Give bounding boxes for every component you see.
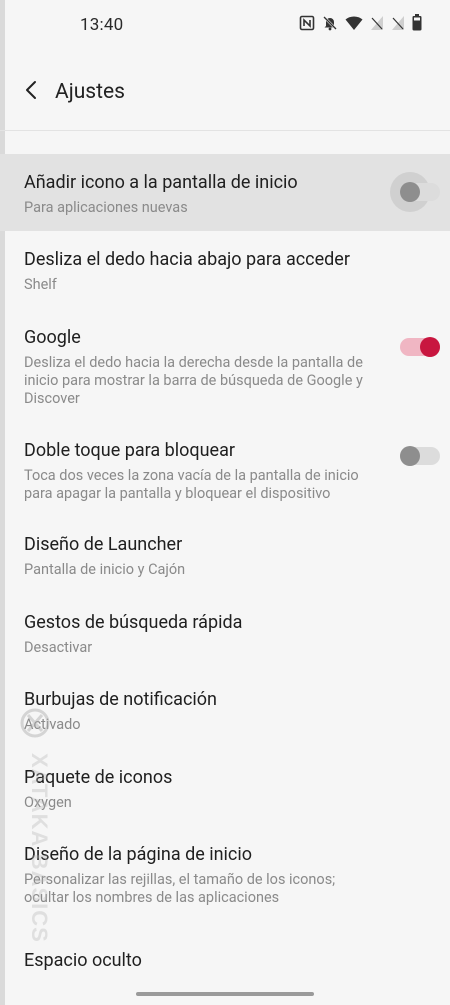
back-button[interactable]: [16, 74, 48, 106]
setting-title: Diseño de Launcher: [24, 534, 183, 555]
setting-subtitle: Pantalla de inicio y Cajón: [24, 561, 186, 578]
status-bar: 13:40: [0, 0, 450, 52]
setting-double-tap-lock[interactable]: Doble toque para bloquear Toca dos veces…: [0, 422, 450, 516]
bell-off-icon: [322, 15, 338, 31]
settings-list: Añadir icono a la pantalla de inicio Par…: [0, 154, 450, 992]
add-icon-toggle[interactable]: [390, 172, 440, 212]
chevron-left-icon: [26, 81, 36, 99]
status-time: 13:40: [80, 15, 124, 35]
setting-title: Espacio oculto: [24, 950, 142, 971]
setting-title: Añadir icono a la pantalla de inicio: [24, 172, 298, 193]
watermark-text: XATAKA BASICS: [27, 753, 52, 943]
setting-home-layout[interactable]: Diseño de la página de inicio Personaliz…: [0, 826, 450, 932]
setting-subtitle: Oxygen: [24, 794, 72, 811]
sim2-no-signal-icon: [391, 15, 405, 31]
sim-no-signal-icon: [370, 15, 384, 31]
watermark: XATAKA BASICS: [18, 705, 52, 975]
setting-swipe-down[interactable]: Desliza el dedo hacia abajo para acceder…: [0, 231, 450, 309]
header-divider: [0, 130, 450, 131]
status-icons: [299, 14, 422, 31]
setting-title: Paquete de iconos: [24, 767, 173, 788]
setting-notification-dots[interactable]: Burbujas de notificación Activado: [0, 671, 450, 749]
toggle-thumb: [400, 182, 420, 202]
setting-title: Desliza el dedo hacia abajo para acceder: [24, 249, 350, 270]
watermark-logo-icon: [20, 708, 50, 738]
toggle-thumb: [420, 337, 440, 357]
page-title: Ajustes: [55, 80, 125, 104]
setting-subtitle: Toca dos veces la zona vacía de la panta…: [24, 467, 359, 502]
setting-title: Doble toque para bloquear: [24, 440, 235, 461]
setting-quick-search-gestures[interactable]: Gestos de búsqueda rápida Desactivar: [0, 594, 450, 671]
app-bar: Ajustes: [0, 60, 450, 130]
battery-icon: [412, 14, 422, 31]
setting-subtitle: Desactivar: [24, 639, 93, 656]
gesture-nav-handle[interactable]: [136, 992, 314, 996]
toggle-thumb: [400, 446, 420, 466]
wifi-icon: [345, 15, 363, 31]
nfc-icon: [299, 15, 315, 31]
setting-subtitle: Shelf: [24, 276, 57, 293]
setting-subtitle: Personalizar las rejillas, el tamaño de …: [24, 871, 336, 906]
double-tap-toggle[interactable]: [400, 442, 440, 466]
setting-title: Diseño de la página de inicio: [24, 844, 252, 865]
setting-subtitle: Desliza el dedo hacia la derecha desde l…: [24, 354, 363, 407]
setting-subtitle: Activado: [24, 716, 81, 733]
setting-title: Gestos de búsqueda rápida: [24, 612, 243, 633]
setting-title: Burbujas de notificación: [24, 689, 217, 710]
setting-hidden-space[interactable]: Espacio oculto: [0, 932, 450, 992]
google-toggle[interactable]: [400, 333, 440, 357]
setting-title: Google: [24, 327, 81, 348]
setting-subtitle: Para aplicaciones nuevas: [24, 199, 188, 216]
setting-add-icon-home[interactable]: Añadir icono a la pantalla de inicio Par…: [0, 154, 450, 231]
setting-launcher-design[interactable]: Diseño de Launcher Pantalla de inicio y …: [0, 516, 450, 594]
setting-google[interactable]: Google Desliza el dedo hacia la derecha …: [0, 309, 450, 422]
setting-icon-pack[interactable]: Paquete de iconos Oxygen: [0, 749, 450, 826]
